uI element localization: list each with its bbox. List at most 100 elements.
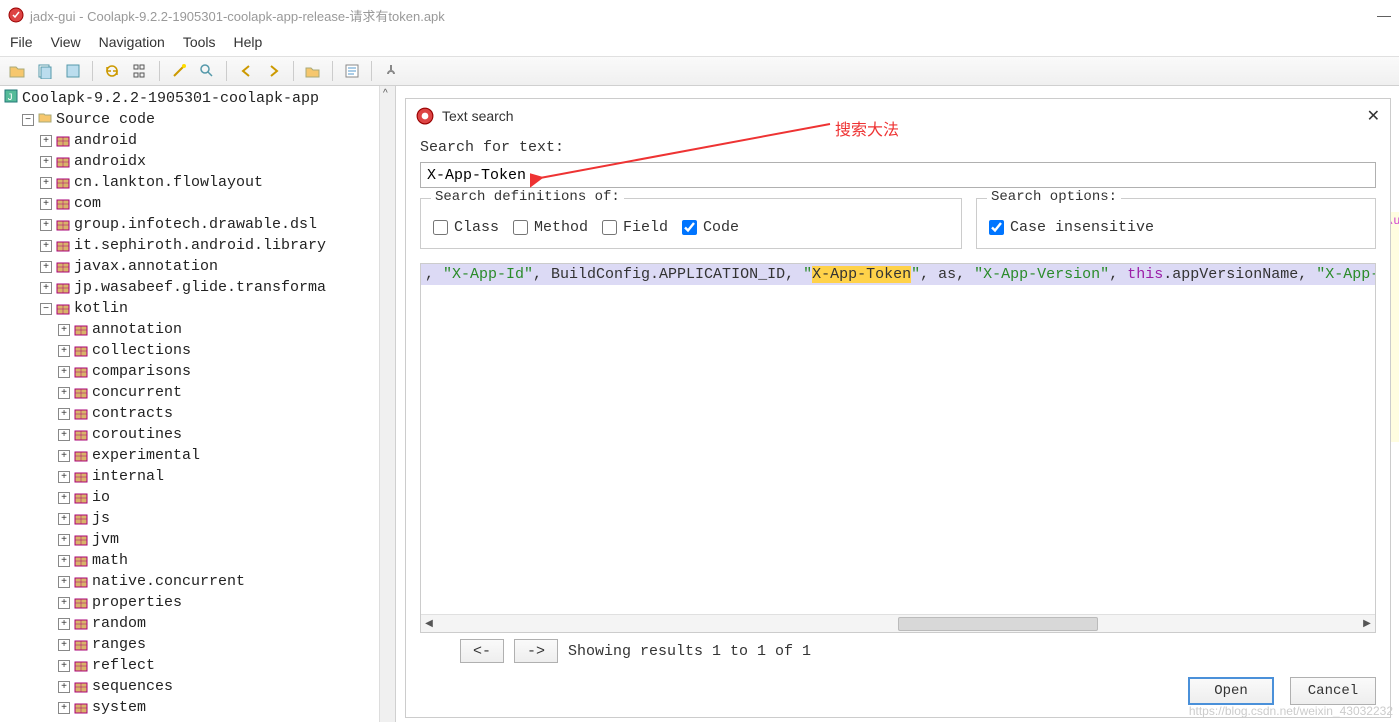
tree-source-code[interactable]: − Source code <box>4 109 395 130</box>
collapse-icon[interactable]: − <box>22 114 34 126</box>
search-input[interactable] <box>420 162 1376 188</box>
toolbar-search-icon[interactable] <box>196 60 218 82</box>
expand-icon[interactable]: + <box>58 555 70 567</box>
tree-pkg-kotlin[interactable]: − kotlin <box>4 298 395 319</box>
expand-icon[interactable]: + <box>40 261 52 273</box>
tree-pkg[interactable]: +android <box>4 130 395 151</box>
expand-icon[interactable]: + <box>58 492 70 504</box>
minimize-button[interactable]: — <box>1377 7 1391 23</box>
expand-icon[interactable]: + <box>58 471 70 483</box>
toolbar-folder-icon[interactable] <box>302 60 324 82</box>
menu-help[interactable]: Help <box>234 34 263 50</box>
chk-code[interactable]: Code <box>682 219 739 236</box>
expand-icon[interactable]: + <box>58 366 70 378</box>
tree-pkg[interactable]: +group.infotech.drawable.dsl <box>4 214 395 235</box>
expand-icon[interactable]: + <box>40 219 52 231</box>
tree-pkg[interactable]: +coroutines <box>4 424 395 445</box>
tree-pkg[interactable]: +native.concurrent <box>4 571 395 592</box>
expand-icon[interactable]: + <box>58 681 70 693</box>
expand-icon[interactable]: + <box>58 450 70 462</box>
toolbar-sync-icon[interactable] <box>101 60 123 82</box>
expand-icon[interactable]: + <box>58 408 70 420</box>
expand-icon[interactable]: + <box>58 387 70 399</box>
tree-pkg[interactable]: +contracts <box>4 403 395 424</box>
cancel-button[interactable]: Cancel <box>1290 677 1376 705</box>
expand-icon[interactable]: + <box>58 597 70 609</box>
tree-pkg[interactable]: +random <box>4 613 395 634</box>
tree-pkg[interactable]: +comparisons <box>4 361 395 382</box>
tree-pkg[interactable]: +jp.wasabeef.glide.transforma <box>4 277 395 298</box>
tree-pkg[interactable]: +com <box>4 193 395 214</box>
close-icon[interactable]: ✕ <box>1367 106 1380 126</box>
expand-icon[interactable]: + <box>58 345 70 357</box>
next-result-button[interactable]: -> <box>514 639 558 663</box>
toolbar-back-icon[interactable] <box>235 60 257 82</box>
expand-icon[interactable]: + <box>58 702 70 714</box>
expand-icon[interactable]: + <box>58 324 70 336</box>
open-button[interactable]: Open <box>1188 677 1274 705</box>
chk-class[interactable]: Class <box>433 219 499 236</box>
toolbar-open-icon[interactable] <box>6 60 28 82</box>
search-label: Search for text: <box>420 139 1376 156</box>
tree-pkg[interactable]: +sequences <box>4 676 395 697</box>
expand-icon[interactable]: + <box>58 576 70 588</box>
tree-pkg[interactable]: +annotation <box>4 319 395 340</box>
expand-icon[interactable]: + <box>58 660 70 672</box>
expand-icon[interactable]: + <box>40 198 52 210</box>
app-icon <box>8 7 24 23</box>
tree-pkg[interactable]: +properties <box>4 592 395 613</box>
tree-pkg[interactable]: +math <box>4 550 395 571</box>
tree-pkg[interactable]: +io <box>4 487 395 508</box>
menu-view[interactable]: View <box>51 34 81 50</box>
tree-scrollbar[interactable]: ^ <box>379 86 395 722</box>
tree-pkg[interactable]: +js <box>4 508 395 529</box>
tree-pkg[interactable]: +internal <box>4 466 395 487</box>
expand-icon[interactable]: + <box>58 534 70 546</box>
menu-tools[interactable]: Tools <box>183 34 216 50</box>
scroll-right-icon[interactable]: ▶ <box>1359 618 1375 630</box>
prev-result-button[interactable]: <- <box>460 639 504 663</box>
expand-icon[interactable]: + <box>40 240 52 252</box>
tree-root[interactable]: J Coolapk-9.2.2-1905301-coolapk-app <box>4 88 395 109</box>
expand-icon[interactable]: + <box>58 618 70 630</box>
expand-icon[interactable]: + <box>40 177 52 189</box>
scrollbar-thumb[interactable] <box>898 617 1098 631</box>
tree-pkg[interactable]: +collections <box>4 340 395 361</box>
scroll-left-icon[interactable]: ◀ <box>421 618 437 630</box>
package-icon <box>56 218 70 232</box>
expand-icon[interactable]: + <box>58 513 70 525</box>
result-row[interactable]: , "X-App-Id", BuildConfig.APPLICATION_ID… <box>421 264 1375 285</box>
tree-pkg[interactable]: +system <box>4 697 395 718</box>
chk-method[interactable]: Method <box>513 219 588 236</box>
chk-field[interactable]: Field <box>602 219 668 236</box>
expand-icon[interactable]: + <box>58 639 70 651</box>
expand-icon[interactable]: + <box>58 429 70 441</box>
expand-icon[interactable]: + <box>40 282 52 294</box>
package-icon <box>56 134 70 148</box>
toolbar-settings-icon[interactable] <box>380 60 402 82</box>
tree-pkg[interactable]: +it.sephiroth.android.library <box>4 235 395 256</box>
tree-pkg[interactable]: +experimental <box>4 445 395 466</box>
toolbar-tree-icon[interactable] <box>129 60 151 82</box>
expand-icon[interactable]: + <box>40 156 52 168</box>
toolbar-save-icon[interactable] <box>62 60 84 82</box>
package-icon <box>56 155 70 169</box>
package-icon <box>56 260 70 274</box>
toolbar-forward-icon[interactable] <box>263 60 285 82</box>
tree-pkg[interactable]: +concurrent <box>4 382 395 403</box>
menu-file[interactable]: File <box>10 34 33 50</box>
tree-pkg[interactable]: +reflect <box>4 655 395 676</box>
tree-pkg[interactable]: +androidx <box>4 151 395 172</box>
collapse-icon[interactable]: − <box>40 303 52 315</box>
expand-icon[interactable]: + <box>40 135 52 147</box>
toolbar-log-icon[interactable] <box>341 60 363 82</box>
tree-pkg[interactable]: +javax.annotation <box>4 256 395 277</box>
tree-pkg[interactable]: +ranges <box>4 634 395 655</box>
results-scrollbar[interactable]: ◀ ▶ <box>421 614 1375 632</box>
tree-pkg[interactable]: +cn.lankton.flowlayout <box>4 172 395 193</box>
chk-case-insensitive[interactable]: Case insensitive <box>989 219 1154 236</box>
menu-navigation[interactable]: Navigation <box>99 34 165 50</box>
toolbar-wand-icon[interactable] <box>168 60 190 82</box>
tree-pkg[interactable]: +jvm <box>4 529 395 550</box>
toolbar-new-icon[interactable] <box>34 60 56 82</box>
